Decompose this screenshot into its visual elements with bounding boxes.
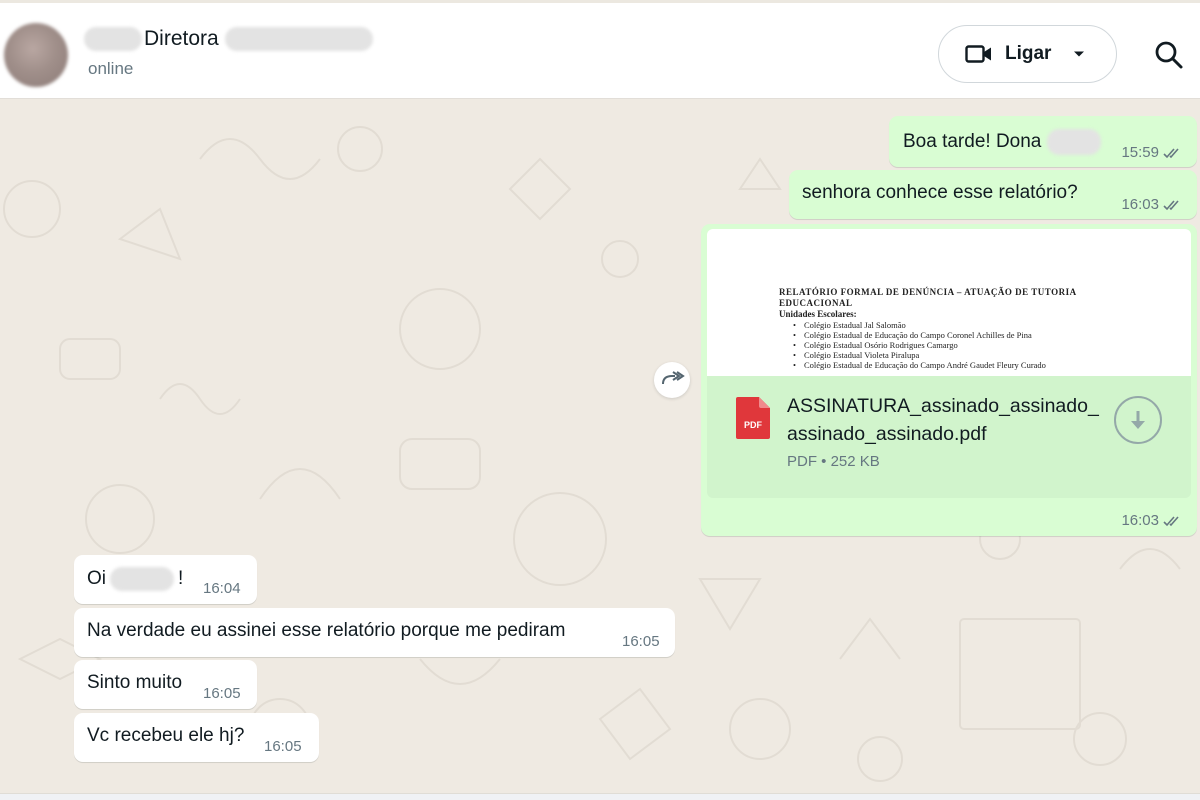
message-time: 16:04 (203, 580, 241, 597)
message-text: Boa tarde! Dona (903, 129, 1102, 155)
document-subtitle: Unidades Escolares: (779, 309, 857, 319)
message-time: 16:05 (264, 738, 302, 755)
document-list-item: Colégio Estadual Violeta Piralupa (793, 350, 1129, 360)
whatsapp-chat-window: Diretora online Ligar Boa tarde! Dona 15… (0, 0, 1200, 800)
pdf-icon-label: PDF (744, 420, 763, 430)
message-time: 16:03 (1121, 196, 1159, 213)
contact-status: online (88, 59, 134, 78)
video-icon (965, 45, 991, 63)
document-list-item: Colégio Estadual Jal Salomão (793, 320, 1129, 330)
message-meta: 15:59 (1121, 144, 1185, 161)
document-title: RELATÓRIO FORMAL DE DENÚNCIA – ATUAÇÃO D… (779, 287, 1077, 308)
pdf-file-icon: PDF (736, 397, 770, 439)
contact-name[interactable]: Diretora (84, 25, 373, 53)
redacted-name-first (84, 27, 142, 51)
message-text-label: Oi (87, 568, 106, 589)
message-time: 15:59 (1121, 144, 1159, 161)
message-text: Na verdade eu assinei esse relatório por… (87, 620, 566, 641)
message-incoming[interactable]: Oi ! 16:04 (74, 555, 257, 604)
contact-avatar[interactable] (4, 23, 68, 87)
message-composer[interactable] (0, 793, 1200, 800)
call-button-label: Ligar (1005, 43, 1052, 64)
message-incoming[interactable]: Sinto muito 16:05 (74, 660, 257, 709)
message-text-label: Boa tarde! Dona (903, 131, 1042, 152)
message-text: senhora conhece esse relatório? (802, 182, 1078, 203)
forward-icon (662, 371, 685, 385)
download-button[interactable] (1114, 396, 1162, 444)
message-time: 16:05 (622, 633, 660, 650)
redacted-name (110, 567, 174, 591)
message-incoming[interactable]: Vc recebeu ele hj? 16:05 (74, 713, 319, 762)
contact-name-label: Diretora (144, 27, 219, 50)
message-outgoing[interactable]: Boa tarde! Dona 15:59 (889, 116, 1197, 167)
document-school-list: Colégio Estadual Jal Salomão Colégio Est… (779, 320, 1129, 370)
message-meta: 16:03 (1121, 512, 1185, 529)
double-check-icon (1163, 147, 1179, 158)
message-text-suffix: ! (178, 568, 184, 589)
double-check-icon (1163, 515, 1179, 526)
message-list[interactable]: Boa tarde! Dona 15:59 senhora conhece es… (0, 99, 1200, 800)
document-list-item: Colégio Estadual de Educação do Campo An… (793, 360, 1129, 370)
double-check-icon (1163, 199, 1179, 210)
message-incoming[interactable]: Na verdade eu assinei esse relatório por… (74, 608, 675, 657)
message-text: Sinto muito (87, 672, 183, 693)
message-text: Oi ! (87, 567, 183, 591)
file-card[interactable]: PDF ASSINATURA_assinado_assinado_assinad… (707, 376, 1191, 498)
redacted-name (1047, 129, 1102, 155)
search-icon[interactable] (1153, 39, 1185, 71)
message-text: Vc recebeu ele hj? (87, 725, 245, 746)
redacted-name-last (224, 27, 373, 51)
file-name: ASSINATURA_assinado_assinado_assinado_as… (787, 395, 1099, 445)
message-time: 16:05 (203, 685, 241, 702)
chat-header: Diretora online Ligar (0, 0, 1200, 99)
file-meta: PDF • 252 KB (787, 453, 880, 470)
chevron-down-icon[interactable] (1073, 50, 1085, 58)
document-preview-text: RELATÓRIO FORMAL DE DENÚNCIA – ATUAÇÃO D… (779, 287, 1129, 370)
document-list-item: Colégio Estadual Osório Rodrigues Camarg… (793, 340, 1129, 350)
message-meta: 16:03 (1121, 196, 1185, 213)
message-time: 16:03 (1121, 512, 1159, 529)
forward-button[interactable] (654, 362, 690, 398)
document-preview[interactable]: RELATÓRIO FORMAL DE DENÚNCIA – ATUAÇÃO D… (707, 229, 1191, 376)
message-outgoing[interactable]: senhora conhece esse relatório? 16:03 (789, 170, 1197, 219)
call-button[interactable]: Ligar (938, 25, 1117, 83)
document-message[interactable]: RELATÓRIO FORMAL DE DENÚNCIA – ATUAÇÃO D… (701, 224, 1197, 536)
download-icon (1131, 411, 1145, 429)
document-list-item: Colégio Estadual de Educação do Campo Co… (793, 330, 1129, 340)
